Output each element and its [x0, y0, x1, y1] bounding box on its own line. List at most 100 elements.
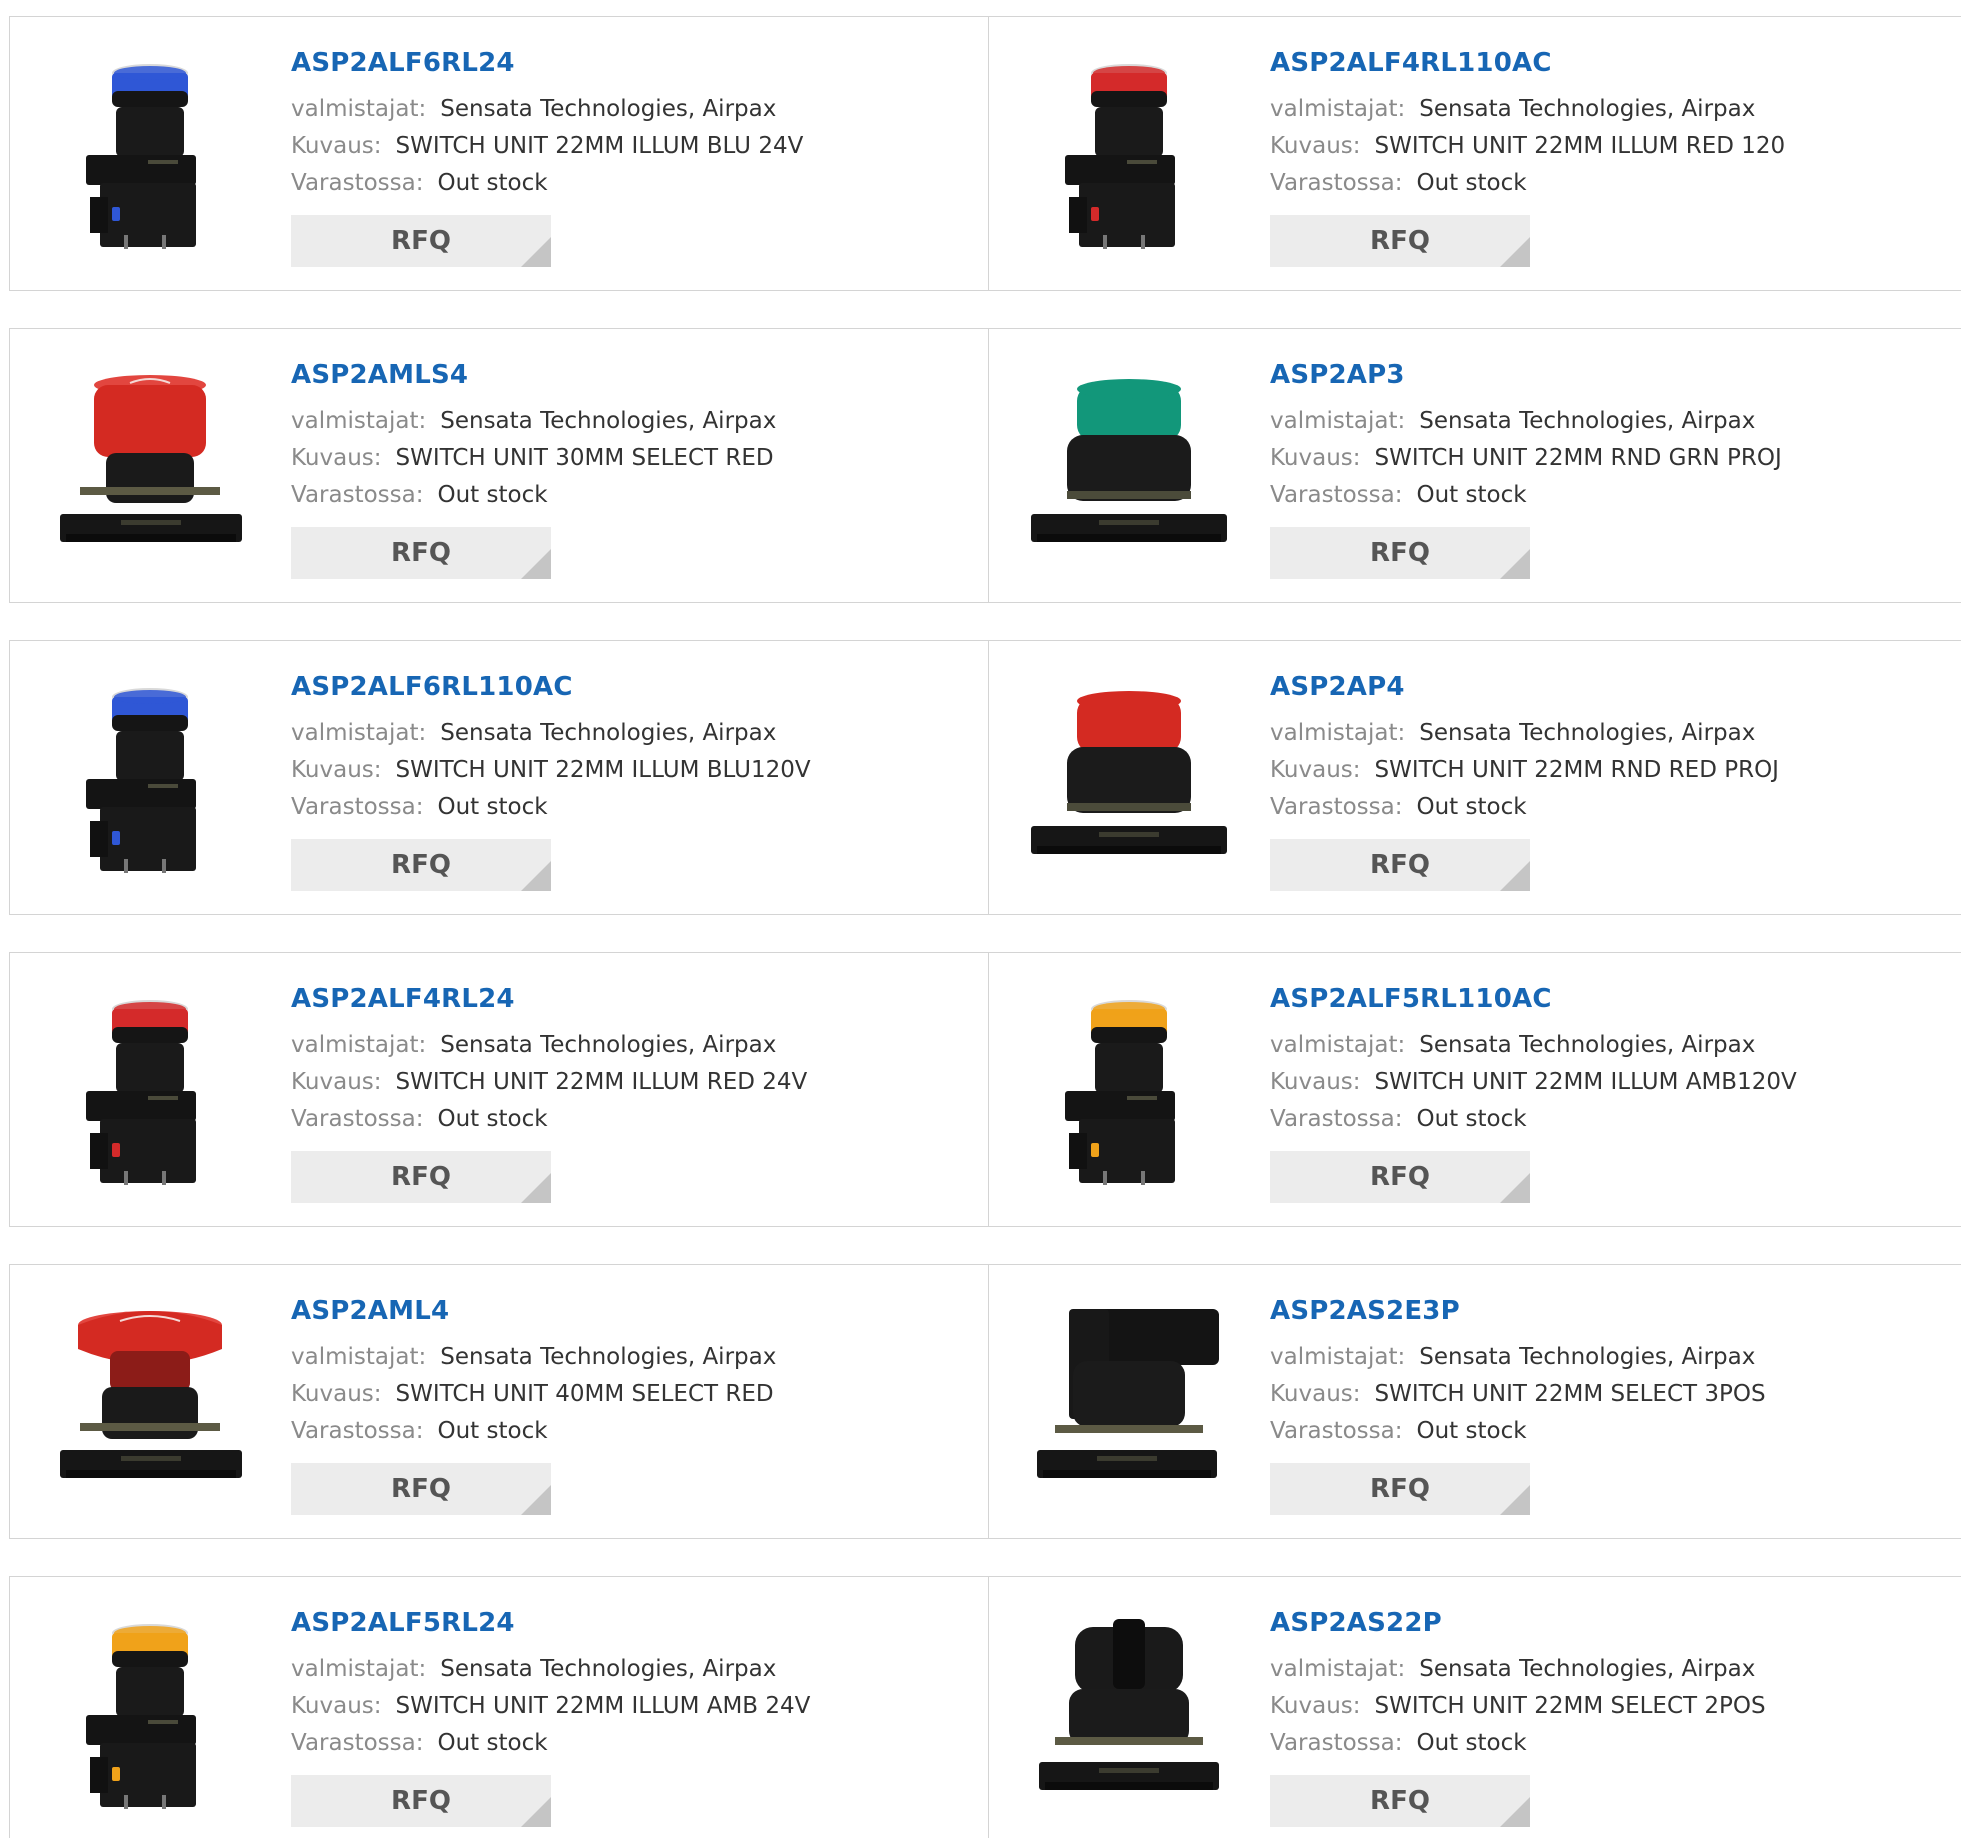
stock-value: Out stock — [437, 794, 548, 820]
product-info: ASP2ALF5RL24 valmistajat: Sensata Technol… — [291, 1607, 810, 1827]
product-image[interactable] — [50, 993, 250, 1193]
rfq-button[interactable]: RFQ — [291, 839, 551, 891]
product-image[interactable] — [1029, 57, 1229, 257]
product-image[interactable] — [1029, 681, 1229, 881]
stock-line: Varastossa: Out stock — [1270, 1413, 1766, 1450]
rfq-button[interactable]: RFQ — [291, 1151, 551, 1203]
rfq-button-label: RFQ — [1370, 1474, 1430, 1504]
stock-value: Out stock — [437, 170, 548, 196]
stock-line: Varastossa: Out stock — [291, 1725, 810, 1762]
corner-decoration — [521, 237, 551, 267]
corner-decoration — [1500, 861, 1530, 891]
manufacturer-value: Sensata Technologies, Airpax — [440, 96, 777, 122]
rfq-button[interactable]: RFQ — [291, 1463, 551, 1515]
product-part-link[interactable]: ASP2AMLS4 — [291, 359, 776, 391]
description-line: Kuvaus: SWITCH UNIT 22MM SELECT 3POS — [1270, 1376, 1766, 1413]
product-image[interactable] — [50, 369, 250, 569]
description-value: SWITCH UNIT 22MM ILLUM RED 24V — [395, 1069, 808, 1095]
product-part-link[interactable]: ASP2ALF6RL24 — [291, 47, 803, 79]
product-card: ASP2ALF4RL24 valmistajat: Sensata Technol… — [10, 953, 988, 1226]
product-row: ASP2ALF5RL24 valmistajat: Sensata Technol… — [9, 1576, 1961, 1838]
rfq-button-label: RFQ — [391, 538, 451, 568]
manufacturer-value: Sensata Technologies, Airpax — [1419, 1656, 1756, 1682]
manufacturer-value: Sensata Technologies, Airpax — [440, 720, 777, 746]
manufacturer-label: valmistajat: — [291, 1344, 427, 1370]
product-part-link[interactable]: ASP2AP4 — [1270, 671, 1779, 703]
corner-decoration — [521, 549, 551, 579]
stock-line: Varastossa: Out stock — [1270, 1725, 1766, 1762]
rfq-button[interactable]: RFQ — [1270, 1463, 1530, 1515]
product-part-link[interactable]: ASP2AML4 — [291, 1295, 776, 1327]
rfq-button-label: RFQ — [1370, 1162, 1430, 1192]
manufacturer-line: valmistajat: Sensata Technologies, Airpax — [1270, 1027, 1797, 1064]
manufacturer-line: valmistajat: Sensata Technologies, Airpax — [291, 1651, 810, 1688]
corner-decoration — [521, 1173, 551, 1203]
product-image[interactable] — [50, 1305, 250, 1505]
product-image[interactable] — [50, 57, 250, 257]
product-part-link[interactable]: ASP2ALF6RL110AC — [291, 671, 811, 703]
product-part-link[interactable]: ASP2AS22P — [1270, 1607, 1766, 1639]
manufacturer-value: Sensata Technologies, Airpax — [1419, 720, 1756, 746]
stock-value: Out stock — [1416, 1106, 1527, 1132]
product-part-link[interactable]: ASP2AP3 — [1270, 359, 1782, 391]
product-part-link[interactable]: ASP2AS2E3P — [1270, 1295, 1766, 1327]
description-label: Kuvaus: — [1270, 1381, 1361, 1407]
corner-decoration — [521, 861, 551, 891]
product-card: ASP2ALF5RL24 valmistajat: Sensata Technol… — [10, 1577, 988, 1838]
stock-label: Varastossa: — [1270, 794, 1403, 820]
description-value: SWITCH UNIT 22MM ILLUM BLU 24V — [395, 133, 804, 159]
description-label: Kuvaus: — [1270, 757, 1361, 783]
manufacturer-value: Sensata Technologies, Airpax — [440, 1344, 777, 1370]
product-part-link[interactable]: ASP2ALF5RL110AC — [1270, 983, 1797, 1015]
description-line: Kuvaus: SWITCH UNIT 22MM ILLUM AMB 24V — [291, 1688, 810, 1725]
description-value: SWITCH UNIT 22MM RND GRN PROJ — [1374, 445, 1782, 471]
product-image[interactable] — [1029, 1617, 1229, 1817]
manufacturer-value: Sensata Technologies, Airpax — [440, 1656, 777, 1682]
rfq-button[interactable]: RFQ — [1270, 839, 1530, 891]
product-info: ASP2ALF4RL24 valmistajat: Sensata Technol… — [291, 983, 807, 1203]
corner-decoration — [1500, 1485, 1530, 1515]
manufacturer-label: valmistajat: — [1270, 720, 1406, 746]
corner-decoration — [1500, 1173, 1530, 1203]
rfq-button[interactable]: RFQ — [291, 1775, 551, 1827]
product-info: ASP2AMLS4 valmistajat: Sensata Technologi… — [291, 359, 776, 579]
rfq-button[interactable]: RFQ — [1270, 215, 1530, 267]
product-image[interactable] — [1029, 1305, 1229, 1505]
stock-label: Varastossa: — [291, 482, 424, 508]
product-part-link[interactable]: ASP2ALF4RL110AC — [1270, 47, 1785, 79]
product-image[interactable] — [1029, 993, 1229, 1193]
product-info: ASP2ALF5RL110AC valmistajat: Sensata Tech… — [1270, 983, 1797, 1203]
description-line: Kuvaus: SWITCH UNIT 22MM RND RED PROJ — [1270, 752, 1779, 789]
rfq-button[interactable]: RFQ — [291, 215, 551, 267]
manufacturer-label: valmistajat: — [1270, 1344, 1406, 1370]
product-image[interactable] — [50, 1617, 250, 1817]
stock-label: Varastossa: — [1270, 1730, 1403, 1756]
stock-label: Varastossa: — [1270, 170, 1403, 196]
product-info: ASP2ALF6RL110AC valmistajat: Sensata Tech… — [291, 671, 811, 891]
description-label: Kuvaus: — [291, 133, 382, 159]
rfq-button[interactable]: RFQ — [1270, 1775, 1530, 1827]
product-image[interactable] — [50, 681, 250, 881]
rfq-button[interactable]: RFQ — [1270, 1151, 1530, 1203]
product-info: ASP2AP4 valmistajat: Sensata Technologies… — [1270, 671, 1779, 891]
stock-value: Out stock — [1416, 794, 1527, 820]
product-part-link[interactable]: ASP2ALF5RL24 — [291, 1607, 810, 1639]
stock-line: Varastossa: Out stock — [291, 1413, 776, 1450]
description-label: Kuvaus: — [1270, 133, 1361, 159]
product-card: ASP2ALF5RL110AC valmistajat: Sensata Tech… — [988, 953, 1961, 1226]
stock-line: Varastossa: Out stock — [1270, 789, 1779, 826]
stock-line: Varastossa: Out stock — [291, 477, 776, 514]
rfq-button[interactable]: RFQ — [291, 527, 551, 579]
product-part-link[interactable]: ASP2ALF4RL24 — [291, 983, 807, 1015]
description-label: Kuvaus: — [1270, 1069, 1361, 1095]
description-value: SWITCH UNIT 30MM SELECT RED — [395, 445, 774, 471]
product-image[interactable] — [1029, 369, 1229, 569]
manufacturer-label: valmistajat: — [291, 96, 427, 122]
manufacturer-line: valmistajat: Sensata Technologies, Airpax — [291, 1339, 776, 1376]
product-card: ASP2AML4 valmistajat: Sensata Technologie… — [10, 1265, 988, 1538]
rfq-button[interactable]: RFQ — [1270, 527, 1530, 579]
manufacturer-value: Sensata Technologies, Airpax — [440, 1032, 777, 1058]
rfq-button-label: RFQ — [391, 226, 451, 256]
product-info: ASP2AP3 valmistajat: Sensata Technologies… — [1270, 359, 1782, 579]
rfq-button-label: RFQ — [391, 1786, 451, 1816]
